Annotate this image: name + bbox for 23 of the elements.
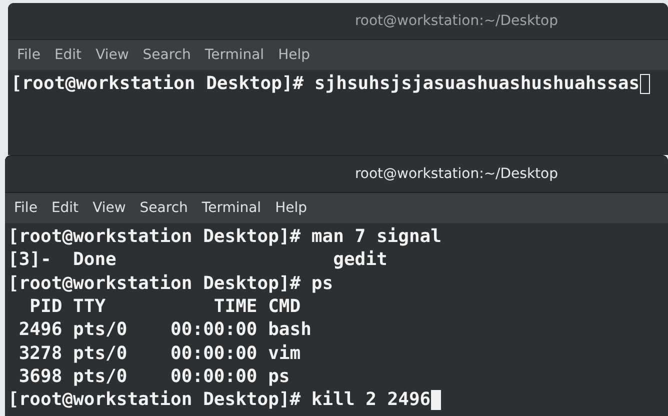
- menu-item[interactable]: File: [10, 47, 48, 63]
- terminal-line: 2496 pts/0 00:00:00 bash: [18, 319, 312, 340]
- terminal-line: 3698 pts/0 00:00:00 ps: [18, 366, 290, 387]
- terminal-line: PID TTY TIME CMD: [28, 296, 301, 318]
- menu-item[interactable]: Terminal: [194, 200, 268, 216]
- window-title: root@workstation:~/Desktop: [354, 13, 558, 29]
- terminal-line: [root@workstation Desktop]# man 7 signal: [8, 226, 442, 248]
- menu-item[interactable]: View: [88, 47, 136, 63]
- menu-item[interactable]: Terminal: [198, 47, 272, 63]
- terminal-line: [root@workstation Desktop]# kill 2 2496: [8, 389, 431, 410]
- menu-item[interactable]: File: [7, 200, 44, 216]
- menu-item[interactable]: Edit: [44, 200, 86, 216]
- terminal-line: [root@workstation Desktop]# sjhsuhsjsjasuashuashushuahssas: [11, 73, 640, 94]
- menu-item[interactable]: Help: [268, 200, 314, 216]
- terminal-line: [root@workstation Desktop]# ps: [8, 272, 334, 294]
- menu-item[interactable]: Edit: [47, 47, 89, 63]
- window-title: root@workstation:~/Desktop: [354, 166, 558, 182]
- terminal-line: [3]- Done gedit: [8, 249, 388, 270]
- menu-item[interactable]: Search: [136, 47, 198, 63]
- menu-item[interactable]: Search: [132, 200, 195, 216]
- terminal-line: 3278 pts/0 00:00:00 vim: [18, 342, 301, 364]
- menu-item[interactable]: Help: [271, 47, 317, 63]
- menu-item[interactable]: View: [86, 200, 133, 216]
